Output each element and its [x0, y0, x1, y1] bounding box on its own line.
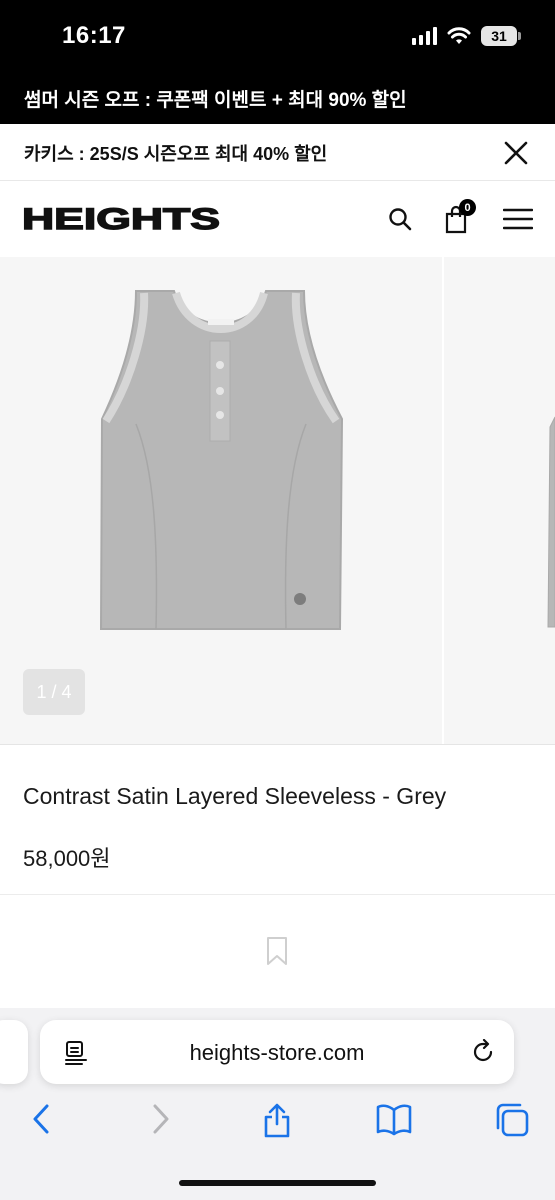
product-image	[99, 290, 344, 630]
heights-logo[interactable]: HEIGHTS	[22, 203, 222, 233]
reload-icon[interactable]	[470, 1039, 496, 1065]
status-bar: 16:17 31	[0, 0, 555, 76]
tabs-icon[interactable]	[494, 1102, 530, 1138]
home-indicator[interactable]	[179, 1180, 376, 1186]
address-bar[interactable]: heights-store.com	[40, 1020, 514, 1084]
notice-text: 카키스 : 25S/S 시즌오프 최대 40% 할인	[24, 144, 328, 164]
bookmark-icon[interactable]	[266, 936, 288, 966]
forward-icon[interactable]	[150, 1102, 172, 1136]
logo-text: HEIGHTS	[22, 203, 220, 233]
product-image-gallery[interactable]: 1 / 4	[0, 257, 555, 745]
cellular-signal-icon	[412, 27, 437, 45]
gallery-page-indicator: 1 / 4	[23, 669, 85, 715]
back-icon[interactable]	[30, 1102, 52, 1136]
url-text: heights-store.com	[189, 1040, 365, 1065]
search-icon[interactable]	[388, 207, 412, 231]
next-product-image	[547, 416, 555, 628]
promo-banner[interactable]: 썸머 시즌 오프 : 쿠폰팩 이벤트 + 최대 90% 할인	[0, 76, 555, 124]
battery-level: 31	[491, 28, 507, 44]
promo-text: 썸머 시즌 오프 : 쿠폰팩 이벤트 + 최대 90% 할인	[24, 90, 407, 111]
cart-button[interactable]: 0	[444, 199, 476, 234]
notice-banner[interactable]: 카키스 : 25S/S 시즌오프 최대 40% 할인	[0, 124, 555, 181]
share-icon[interactable]	[262, 1102, 292, 1138]
gallery-divider	[442, 257, 444, 744]
cart-count-badge: 0	[459, 199, 476, 216]
battery-icon: 31	[481, 26, 521, 46]
product-info: Contrast Satin Layered Sleeveless - Grey…	[0, 745, 555, 895]
product-price: 58,000원	[23, 846, 111, 871]
wifi-icon	[447, 27, 471, 44]
previous-tab-preview[interactable]	[0, 1020, 28, 1084]
close-icon[interactable]	[503, 140, 529, 166]
bookmarks-icon[interactable]	[376, 1102, 412, 1136]
site-header: HEIGHTS 0	[0, 181, 555, 257]
browser-chrome: heights-store.com	[0, 1008, 555, 1200]
status-icons: 31	[412, 26, 521, 46]
product-name: Contrast Satin Layered Sleeveless - Grey	[23, 783, 447, 809]
status-time: 16:17	[62, 22, 126, 49]
hamburger-menu-icon[interactable]	[503, 208, 533, 230]
